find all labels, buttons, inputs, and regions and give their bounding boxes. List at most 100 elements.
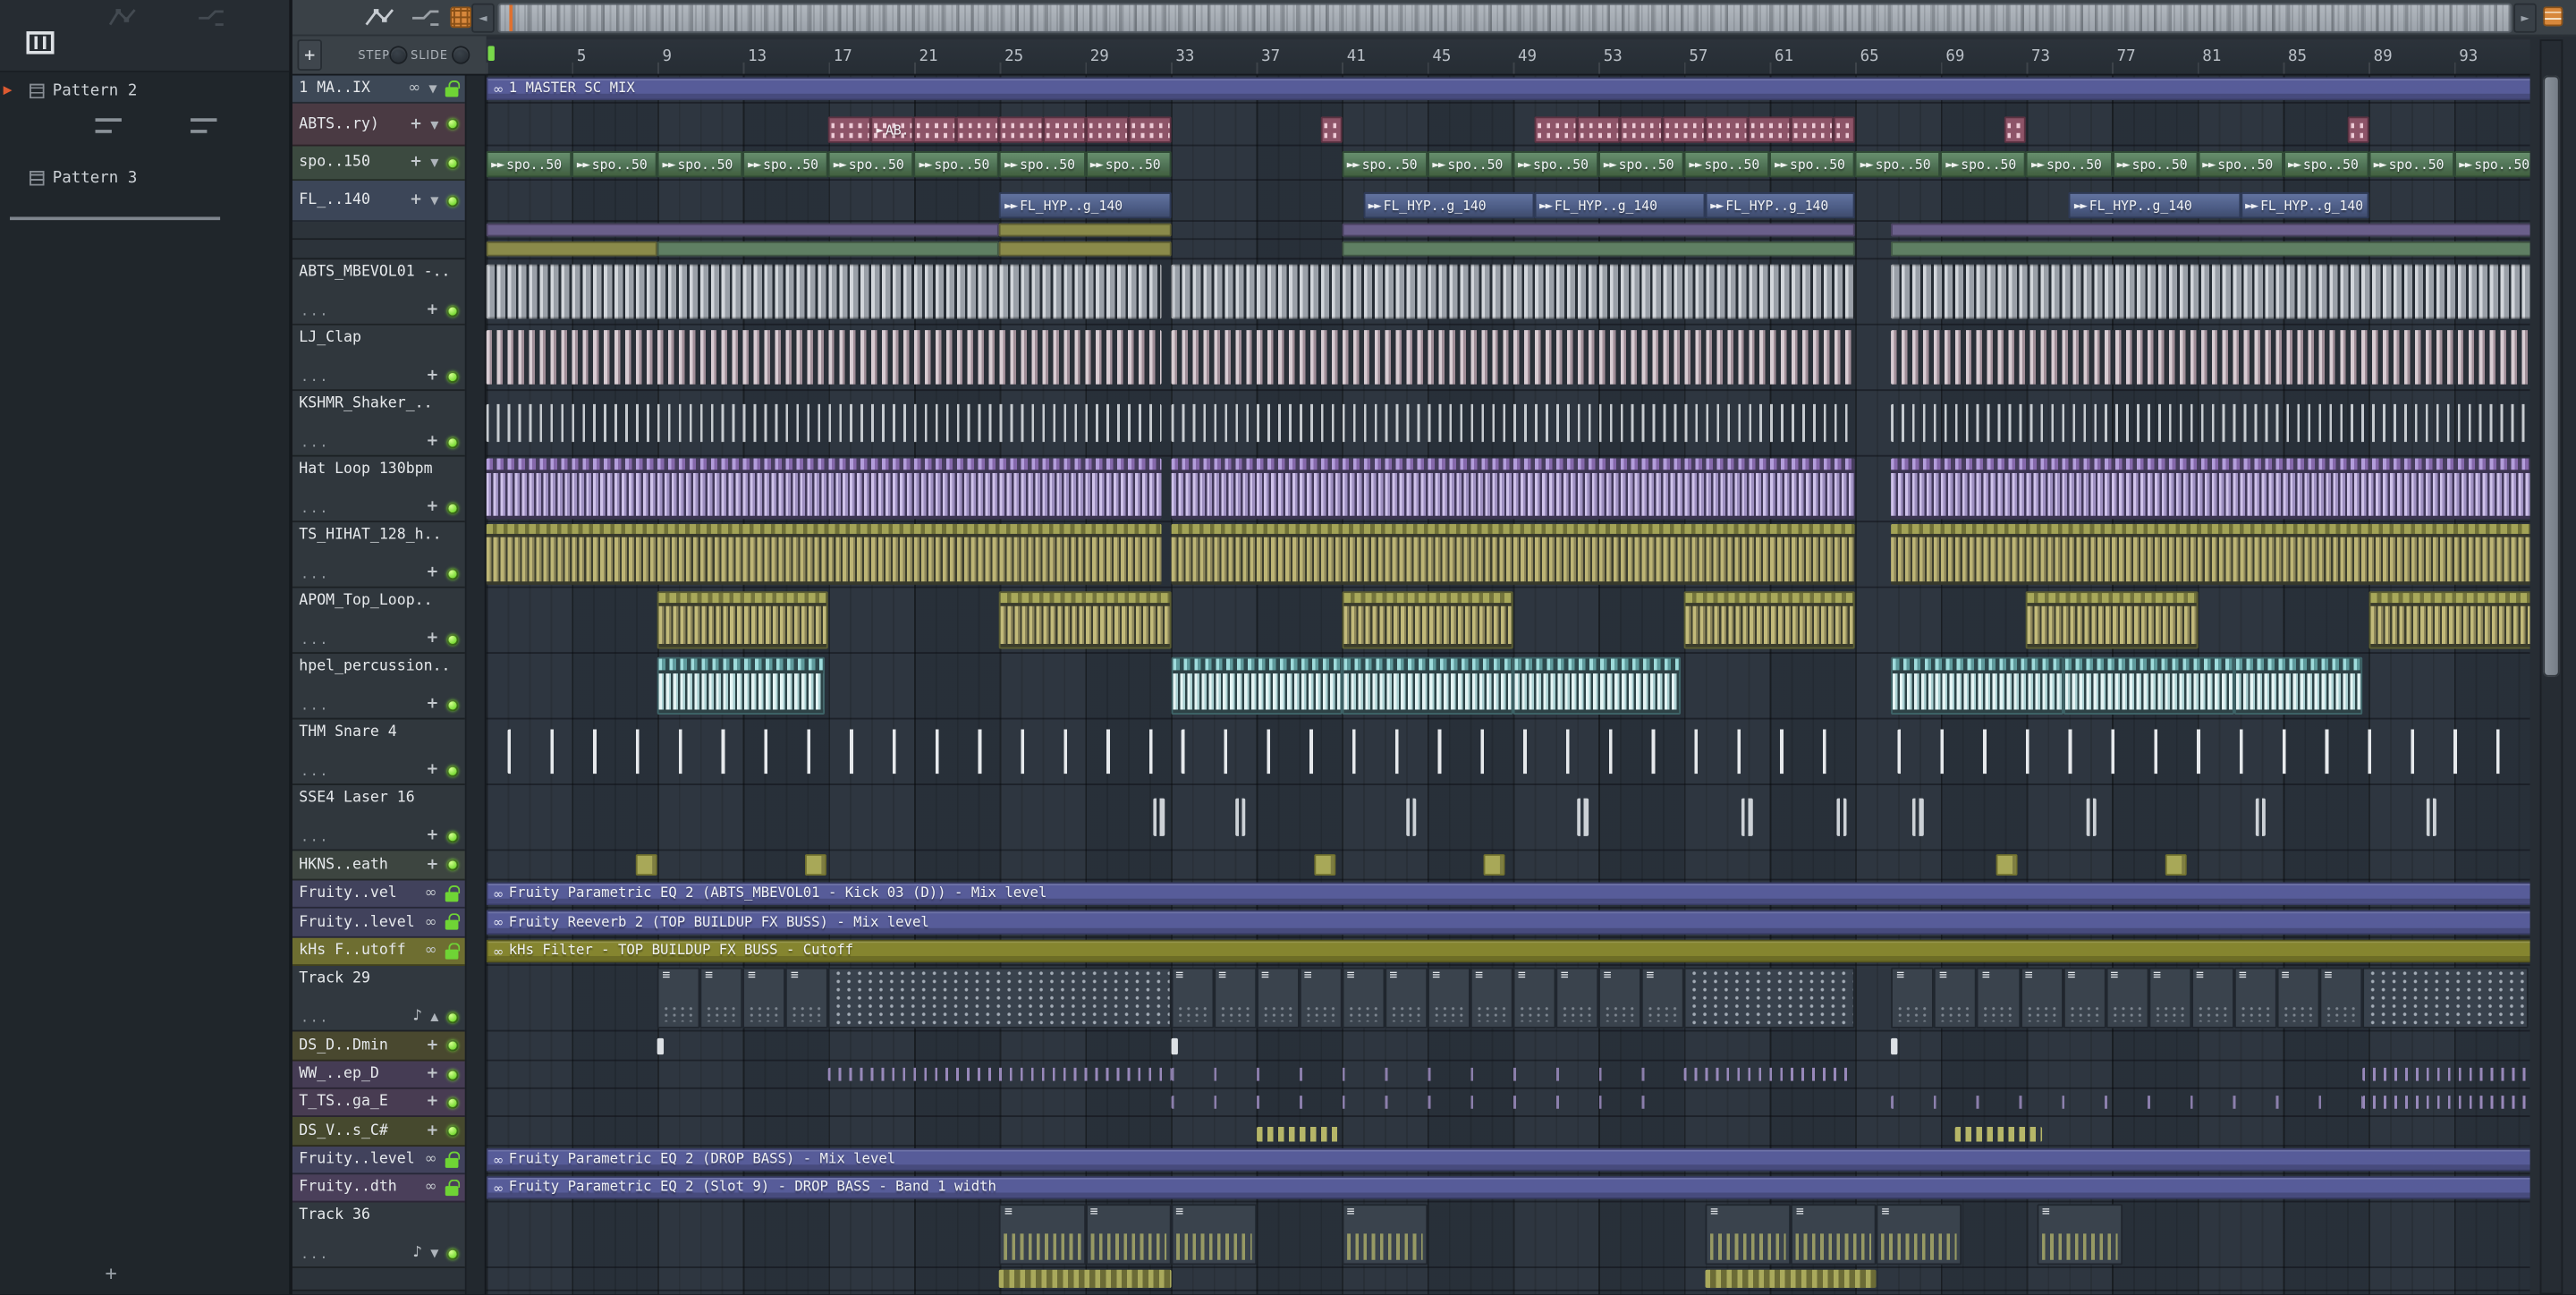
note-icon[interactable]: ♪: [412, 1245, 422, 1261]
clip-spo[interactable]: ►► spo..50: [1683, 150, 1770, 178]
clip-fl[interactable]: ►► FL_HYP..g_140: [1705, 191, 1856, 219]
caret-icon[interactable]: ▼: [430, 194, 438, 207]
clip-snare[interactable]: [1897, 729, 2529, 774]
clip-seg[interactable]: [1891, 223, 2530, 237]
clip-pink[interactable]: [1705, 116, 1749, 143]
clip-pink[interactable]: [1791, 116, 1835, 143]
clip-spo[interactable]: ►► spo..50: [2026, 150, 2113, 178]
overview-scroll-right-button[interactable]: ►: [2513, 3, 2537, 33]
led-icon[interactable]: [446, 304, 459, 317]
clip-apom[interactable]: [2026, 591, 2198, 649]
clip-midi[interactable]: [1891, 967, 1935, 1028]
link-icon[interactable]: ∞: [408, 80, 420, 97]
clip-spo[interactable]: ►► spo..50: [1940, 150, 2027, 178]
clip-midi[interactable]: [1598, 967, 1642, 1028]
led-icon[interactable]: [446, 1096, 459, 1108]
playlist-grid[interactable]: ∞1 MASTER SC MIX►AB..)►►spo..50►►spo..50…: [486, 75, 2530, 1295]
clip-spo[interactable]: ►► spo..50: [2283, 150, 2369, 178]
lock-icon[interactable]: [445, 80, 460, 97]
clip-apom[interactable]: [2368, 591, 2530, 649]
clip-hpel[interactable]: [1170, 656, 1343, 715]
clip-fl[interactable]: ►► FL_HYP..g_140: [1534, 191, 1706, 219]
track-header-fruity-eq2-kick-lane[interactable]: Fruity..vel ∞: [292, 880, 465, 909]
clip-seg[interactable]: [999, 241, 1171, 257]
more-options-icon[interactable]: ...: [301, 303, 329, 318]
move-icon[interactable]: +: [427, 302, 439, 318]
clip-seg[interactable]: [657, 241, 1000, 257]
clip-auto[interactable]: ∞ Fruity Parametric EQ 2 (Slot 9) - DROP …: [486, 1176, 2530, 1199]
led-icon[interactable]: [446, 567, 459, 580]
clip-spo[interactable]: ►► spo..50: [2368, 150, 2454, 178]
clip-midi[interactable]: [2063, 967, 2106, 1028]
move-icon[interactable]: +: [427, 565, 439, 581]
clip-hat[interactable]: [1170, 458, 1856, 520]
clip-auto[interactable]: ∞ kHs Filter - TOP BUILDUP FX BUSS - Cuto…: [486, 939, 2530, 963]
clip-midi[interactable]: [2233, 967, 2277, 1028]
lock-icon[interactable]: [445, 942, 460, 959]
vertical-scrollbar[interactable]: [2539, 39, 2563, 1295]
clip-snare[interactable]: [1181, 729, 1849, 774]
clip-midi[interactable]: [1977, 967, 2021, 1028]
caret-icon[interactable]: ▼: [430, 1247, 438, 1260]
clip-hkns[interactable]: [636, 854, 657, 876]
clip-spo[interactable]: ►► spo..50: [1855, 150, 1941, 178]
move-icon[interactable]: +: [410, 192, 422, 208]
clip-laser[interactable]: [1741, 798, 1753, 836]
draw-automation-icon[interactable]: [365, 5, 394, 30]
clip-midi36[interactable]: [1342, 1204, 1428, 1265]
clip-pink[interactable]: [2004, 116, 2027, 143]
clip-spo[interactable]: ►► spo..50: [913, 150, 1000, 178]
led-icon[interactable]: [446, 830, 459, 842]
move-icon[interactable]: +: [427, 1037, 439, 1054]
clip-midi[interactable]: [1555, 967, 1599, 1028]
clip-pink[interactable]: [999, 116, 1043, 143]
clip-note[interactable]: [1891, 1037, 1898, 1055]
slide-dim-icon[interactable]: [197, 6, 226, 30]
lock-icon[interactable]: [445, 884, 460, 901]
slide-tool-icon[interactable]: [411, 5, 440, 30]
clip-pink[interactable]: [1620, 116, 1663, 143]
clip-midi[interactable]: [1470, 967, 1513, 1028]
track-header-ts-hihat-128[interactable]: TS_HIHAT_128_h..... +: [292, 522, 465, 588]
clip-spo[interactable]: ►► spo..50: [2197, 150, 2284, 178]
led-icon[interactable]: [446, 502, 459, 513]
clip-fl[interactable]: ►► FL_HYP..g_140: [999, 191, 1171, 219]
move-icon[interactable]: +: [427, 697, 439, 713]
clip-kick[interactable]: [486, 264, 1163, 319]
clip-fl[interactable]: ►► FL_HYP..g_140: [2240, 191, 2369, 219]
clip-tsh[interactable]: [1891, 523, 2530, 585]
track-header-thm-snare-4[interactable]: THM Snare 4... +: [292, 719, 465, 785]
clip-laser[interactable]: [2086, 798, 2097, 836]
track-header-fruity-eq2-slot9-lane[interactable]: Fruity..dth ∞: [292, 1174, 465, 1203]
led-icon[interactable]: [446, 436, 459, 448]
clip-laser[interactable]: [1577, 798, 1589, 836]
clip-run[interactable]: [1955, 1126, 2042, 1142]
clip-midi36[interactable]: [2037, 1204, 2123, 1265]
clip-laser[interactable]: [1153, 798, 1165, 836]
clip-midi[interactable]: [2276, 967, 2320, 1028]
track-header-master-mix[interactable]: 1 MA..IX ∞ ▼: [292, 75, 465, 104]
led-icon[interactable]: [446, 764, 459, 776]
clip-ldense[interactable]: [1683, 1067, 1856, 1081]
clip-seg[interactable]: [486, 241, 657, 257]
led-icon[interactable]: [446, 194, 459, 207]
vertical-scrollbar-thumb[interactable]: [2543, 75, 2560, 677]
clip-hkns[interactable]: [1996, 854, 2018, 876]
clip-pink[interactable]: [1042, 116, 1086, 143]
clip-spo[interactable]: ►► spo..50: [572, 150, 657, 178]
clip-clap[interactable]: [1170, 330, 1856, 385]
more-options-icon[interactable]: ...: [301, 698, 329, 713]
clip-pink[interactable]: [1128, 116, 1171, 143]
clip-seg[interactable]: [486, 223, 1000, 237]
clip-hkns[interactable]: [1314, 854, 1336, 876]
clip-midi[interactable]: [2148, 967, 2191, 1028]
led-icon[interactable]: [446, 1011, 459, 1023]
clip-lsparse[interactable]: [1170, 1067, 1684, 1081]
clip-laser[interactable]: [2426, 798, 2437, 836]
track-header-track-29[interactable]: Track 29... ♪ ▲: [292, 965, 465, 1032]
clip-hkns[interactable]: [804, 854, 826, 876]
timeline-ruler[interactable]: 5 9 13 17 21 25 29 33 37 41 45 49 53 57 61 65 69 73 77 81 85…: [486, 39, 2530, 76]
move-icon[interactable]: +: [427, 1066, 439, 1082]
track-header-hpel-percussion[interactable]: hpel_percussion..... +: [292, 654, 465, 720]
clip-runfull[interactable]: [999, 1269, 1171, 1288]
